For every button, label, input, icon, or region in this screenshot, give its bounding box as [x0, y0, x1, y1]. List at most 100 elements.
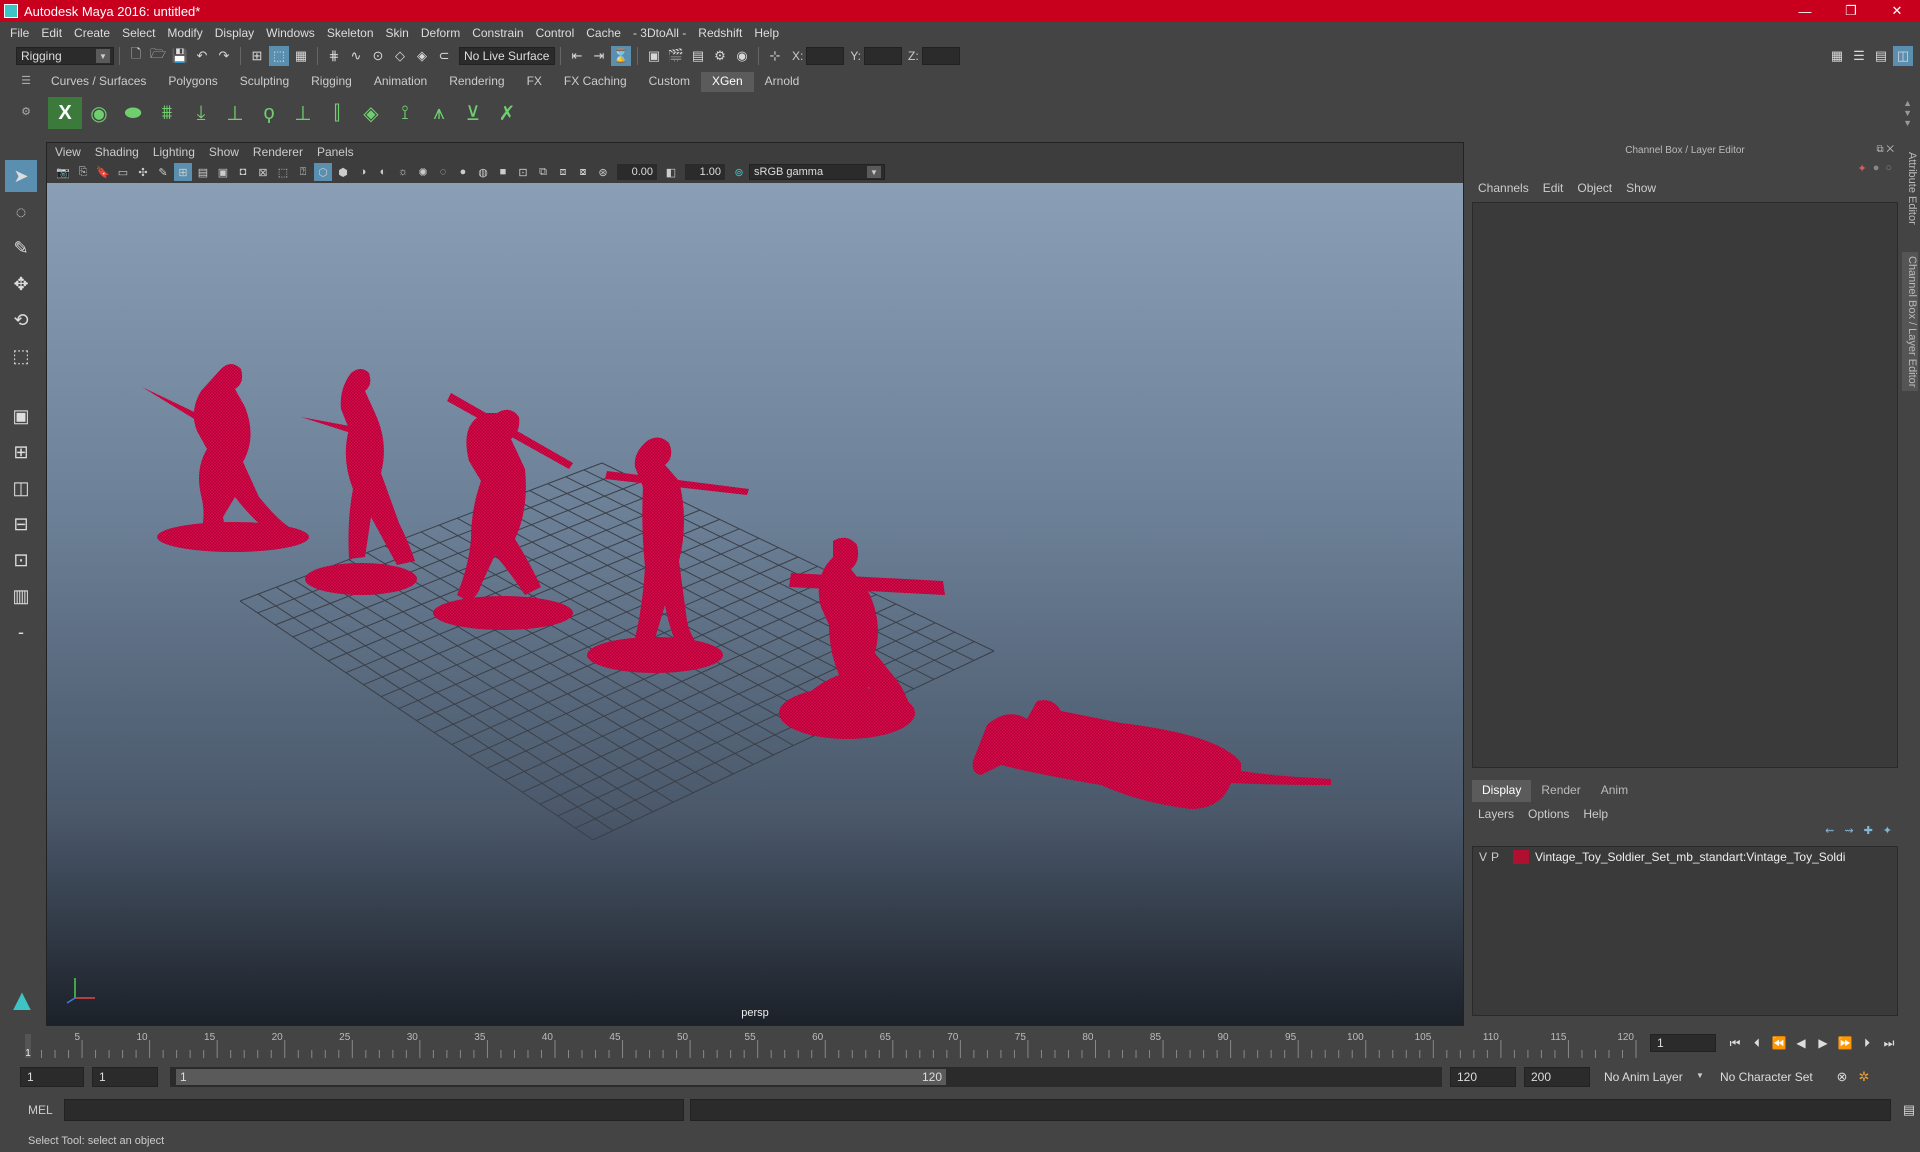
xgen-sculpt-guides-icon[interactable]: ϙ: [252, 97, 286, 129]
undo-icon[interactable]: ↶: [192, 46, 212, 66]
wireframe-on-shaded-icon[interactable]: ◑: [354, 163, 372, 181]
xgen-grooming-icon[interactable]: ⩚: [422, 97, 456, 129]
shelf-tab-rendering[interactable]: Rendering: [438, 72, 515, 92]
range-slider-handle[interactable]: 1 120: [176, 1069, 946, 1085]
menu-edit[interactable]: Edit: [41, 26, 62, 40]
viewport-menu-shading[interactable]: Shading: [95, 145, 139, 159]
channel-edit-menu[interactable]: Edit: [1543, 181, 1564, 195]
playback-start-field[interactable]: 1: [92, 1067, 158, 1087]
gamma-icon[interactable]: ◧: [662, 163, 680, 181]
layer-options-menu[interactable]: Options: [1528, 807, 1569, 821]
xgen-cut-icon[interactable]: ⊻: [456, 97, 490, 129]
layer-name[interactable]: Vintage_Toy_Soldier_Set_mb_standart:Vint…: [1535, 850, 1845, 864]
shelf-tab-rigging[interactable]: Rigging: [300, 72, 363, 92]
camera-attributes-icon[interactable]: ⎘: [74, 163, 92, 181]
channel-object-menu[interactable]: Object: [1577, 181, 1612, 195]
soldier-pistol[interactable]: [301, 369, 417, 595]
shelf-tab-arnold[interactable]: Arnold: [754, 72, 811, 92]
range-slider-track[interactable]: 1 120: [170, 1067, 1442, 1087]
shelf-scroll[interactable]: ▲ ▼ ▼: [1903, 98, 1912, 128]
soldier-rifle-shoulder[interactable]: [587, 437, 749, 673]
xgen-guide-curves-icon[interactable]: ⫿: [320, 97, 354, 129]
bookmark-icon[interactable]: 🔖: [94, 163, 112, 181]
select-hierarchy-icon[interactable]: ⊞: [247, 46, 267, 66]
hypershade-layout-icon[interactable]: ⊡: [5, 544, 37, 576]
scene-canvas[interactable]: [47, 183, 1463, 1025]
channel-show-menu[interactable]: Show: [1626, 181, 1656, 195]
channels-menu[interactable]: Channels: [1478, 181, 1529, 195]
snap-surface-icon[interactable]: ◈: [412, 46, 432, 66]
xgen-lock-guide-icon[interactable]: ⊥: [286, 97, 320, 129]
axis-toggle-icon[interactable]: ✦: [1857, 162, 1866, 175]
ipr-render-icon[interactable]: ▤: [688, 46, 708, 66]
move-layer-up-icon[interactable]: ⇜: [1825, 824, 1834, 844]
time-slider[interactable]: 5 10 15 20 25 30 35 40 45 50 55 60 65 70 75 80 85 90 95 100…: [20, 1026, 1650, 1060]
maximize-button[interactable]: ❐: [1828, 0, 1874, 22]
absolute-transform-icon[interactable]: ⊹: [765, 46, 785, 66]
depth-of-field-icon[interactable]: ■: [494, 163, 512, 181]
hypershade-icon[interactable]: ◉: [732, 46, 752, 66]
channel-box-toggle-icon[interactable]: ◫: [1893, 46, 1913, 66]
render-view-icon[interactable]: ▣: [644, 46, 664, 66]
perspective-viewport[interactable]: persp: [47, 183, 1463, 1025]
viewport-menu-panels[interactable]: Panels: [317, 145, 354, 159]
menu-create[interactable]: Create: [74, 26, 110, 40]
select-tool-icon[interactable]: ➤: [5, 160, 37, 192]
open-scene-icon[interactable]: 🗁: [148, 46, 168, 66]
film-gate-icon[interactable]: ▤: [194, 163, 212, 181]
exposure-field[interactable]: 0.00: [617, 164, 657, 180]
new-empty-layer-icon[interactable]: ✚: [1864, 824, 1873, 844]
attribute-editor-tab[interactable]: Attribute Editor: [1902, 152, 1918, 225]
scale-tool-icon[interactable]: ⬚: [5, 340, 37, 372]
render-frame-icon[interactable]: 🎬: [666, 46, 686, 66]
custom-layout-icon[interactable]: -: [5, 616, 37, 648]
construction-history-icon[interactable]: ⌛: [611, 46, 631, 66]
shelf-tab-custom[interactable]: Custom: [638, 72, 701, 92]
snap-view-plane-icon[interactable]: ◇: [390, 46, 410, 66]
z-field[interactable]: [921, 47, 960, 65]
command-input[interactable]: [63, 1099, 684, 1121]
dot-toggle-icon[interactable]: ●: [1873, 162, 1880, 175]
live-surface-field[interactable]: No Live Surface: [459, 47, 555, 65]
viewport-menu-view[interactable]: View: [55, 145, 81, 159]
multisample-aa-icon[interactable]: ◍: [474, 163, 492, 181]
grid-toggle-icon[interactable]: ⊞: [174, 163, 192, 181]
float-panel-icon[interactable]: ⧉: [1876, 144, 1883, 155]
go-to-start-icon[interactable]: ⏮: [1724, 1032, 1746, 1054]
xgen-clump-icon[interactable]: ⟟: [388, 97, 422, 129]
play-backwards-icon[interactable]: ◀: [1790, 1032, 1812, 1054]
playback-end-field[interactable]: 120: [1450, 1067, 1516, 1087]
two-d-pan-icon[interactable]: ✣: [134, 163, 152, 181]
viewport-menu-show[interactable]: Show: [209, 145, 239, 159]
shelf-tab-fx[interactable]: FX: [516, 72, 553, 92]
soldier-rifle-aiming[interactable]: [142, 364, 309, 552]
menu-cache[interactable]: Cache: [586, 26, 621, 40]
menu-modify[interactable]: Modify: [167, 26, 202, 40]
menu-select[interactable]: Select: [122, 26, 155, 40]
snap-curve-icon[interactable]: ∿: [346, 46, 366, 66]
menu-display[interactable]: Display: [215, 26, 254, 40]
camera-select-icon[interactable]: 📷: [54, 163, 72, 181]
view-transform-dropdown[interactable]: sRGB gamma ▼: [749, 164, 885, 180]
xgen-place-guide-icon[interactable]: ⤓: [184, 97, 218, 129]
step-back-key-icon[interactable]: ⏪: [1768, 1032, 1790, 1054]
shelf-menu[interactable]: ☰ ⚙: [18, 74, 34, 134]
play-forwards-icon[interactable]: ▶: [1812, 1032, 1834, 1054]
four-view-layout-icon[interactable]: ⊞: [5, 436, 37, 468]
screen-space-ao-icon[interactable]: ◌: [434, 163, 452, 181]
move-layer-down-icon[interactable]: ⇝: [1844, 824, 1853, 844]
input-connections-icon[interactable]: ⇤: [567, 46, 587, 66]
textured-icon[interactable]: ◐: [374, 163, 392, 181]
layer-tab-render[interactable]: Render: [1531, 780, 1590, 802]
menu-windows[interactable]: Windows: [266, 26, 315, 40]
step-forward-key-icon[interactable]: ⏩: [1834, 1032, 1856, 1054]
time-slider-ruler[interactable]: 5 10 15 20 25 30 35 40 45 50 55 60 65 70 75 80 85 90 95 100…: [20, 1026, 1650, 1060]
menu-set-dropdown[interactable]: Rigging ▼: [16, 47, 114, 65]
image-plane-icon[interactable]: ▭: [114, 163, 132, 181]
current-frame-field[interactable]: 1: [1650, 1034, 1716, 1052]
safe-action-icon[interactable]: ⬚: [274, 163, 292, 181]
step-forward-frame-icon[interactable]: ⏵: [1856, 1032, 1878, 1054]
soldier-bazooka[interactable]: [779, 537, 945, 739]
resolution-gate-icon[interactable]: ▣: [214, 163, 232, 181]
y-field[interactable]: [864, 47, 903, 65]
